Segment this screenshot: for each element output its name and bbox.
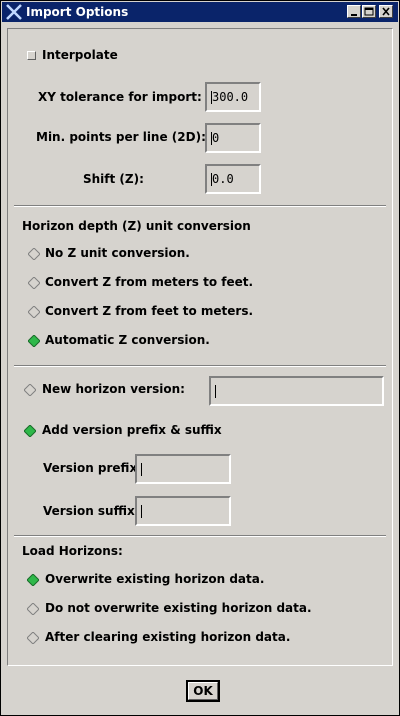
new-horizon-version-label: New horizon version: xyxy=(42,382,185,396)
option-after-clearing: After clearing existing horizon data. xyxy=(45,630,291,644)
minimize-icon xyxy=(351,14,357,16)
xy-tolerance-field[interactable]: 300.0 xyxy=(205,82,261,112)
title-bar[interactable]: Import Options xyxy=(2,2,398,22)
version-prefix-label: Version prefix: xyxy=(43,461,142,475)
minimize-button[interactable] xyxy=(347,5,361,18)
options-panel: Interpolate XY tolerance for import: 300… xyxy=(7,28,393,666)
text-cursor xyxy=(141,505,142,518)
min-points-label: Min. points per line (2D): xyxy=(36,130,206,144)
button-bar: OK xyxy=(7,668,393,711)
radio-meters-to-feet[interactable] xyxy=(28,277,40,289)
xy-tolerance-label: XY tolerance for import: xyxy=(38,90,202,104)
version-suffix-label: Version suffix: xyxy=(43,504,140,518)
interpolate-checkbox[interactable] xyxy=(27,51,36,60)
option-meters-to-feet: Convert Z from meters to feet. xyxy=(45,275,254,289)
radio-new-horizon-version[interactable] xyxy=(24,384,36,396)
load-horizons-heading: Load Horizons: xyxy=(22,544,123,558)
close-icon xyxy=(382,7,390,16)
separator xyxy=(14,365,386,367)
ok-button-label: OK xyxy=(188,682,218,700)
interpolate-label: Interpolate xyxy=(42,48,118,62)
z-unit-heading: Horizon depth (Z) unit conversion xyxy=(22,219,251,233)
separator xyxy=(14,535,386,537)
min-points-value: 0 xyxy=(212,131,220,145)
option-no-z-conversion: No Z unit conversion. xyxy=(45,246,190,260)
ok-button[interactable]: OK xyxy=(186,680,220,702)
option-feet-to-meters: Convert Z from feet to meters. xyxy=(45,304,254,318)
app-x-icon xyxy=(6,4,22,20)
close-button[interactable] xyxy=(379,5,393,18)
shift-z-value: 0.0 xyxy=(212,172,234,186)
separator xyxy=(14,205,386,207)
option-automatic-z: Automatic Z conversion. xyxy=(45,333,210,347)
min-points-field[interactable]: 0 xyxy=(205,123,261,153)
version-prefix-field[interactable] xyxy=(135,454,231,484)
option-overwrite: Overwrite existing horizon data. xyxy=(45,572,265,586)
maximize-button[interactable] xyxy=(362,5,376,18)
shift-z-field[interactable]: 0.0 xyxy=(205,164,261,194)
import-options-window: Import Options Interpolate XY tolerance … xyxy=(0,0,400,716)
radio-after-clearing[interactable] xyxy=(27,632,39,644)
radio-overwrite[interactable] xyxy=(27,574,39,586)
radio-add-prefix-suffix[interactable] xyxy=(24,425,36,437)
radio-automatic-z[interactable] xyxy=(28,335,40,347)
radio-do-not-overwrite[interactable] xyxy=(27,603,39,615)
new-horizon-version-field[interactable] xyxy=(209,376,384,406)
radio-no-z-conversion[interactable] xyxy=(28,248,40,260)
text-cursor xyxy=(215,385,216,398)
shift-z-label: Shift (Z): xyxy=(83,172,144,186)
maximize-icon xyxy=(364,7,374,16)
version-suffix-field[interactable] xyxy=(135,496,231,526)
xy-tolerance-value: 300.0 xyxy=(212,90,249,104)
window-title: Import Options xyxy=(26,5,129,19)
text-cursor xyxy=(141,463,142,476)
radio-feet-to-meters[interactable] xyxy=(28,306,40,318)
option-do-not-overwrite: Do not overwrite existing horizon data. xyxy=(45,601,312,615)
add-prefix-suffix-label: Add version prefix & suffix xyxy=(42,423,222,437)
